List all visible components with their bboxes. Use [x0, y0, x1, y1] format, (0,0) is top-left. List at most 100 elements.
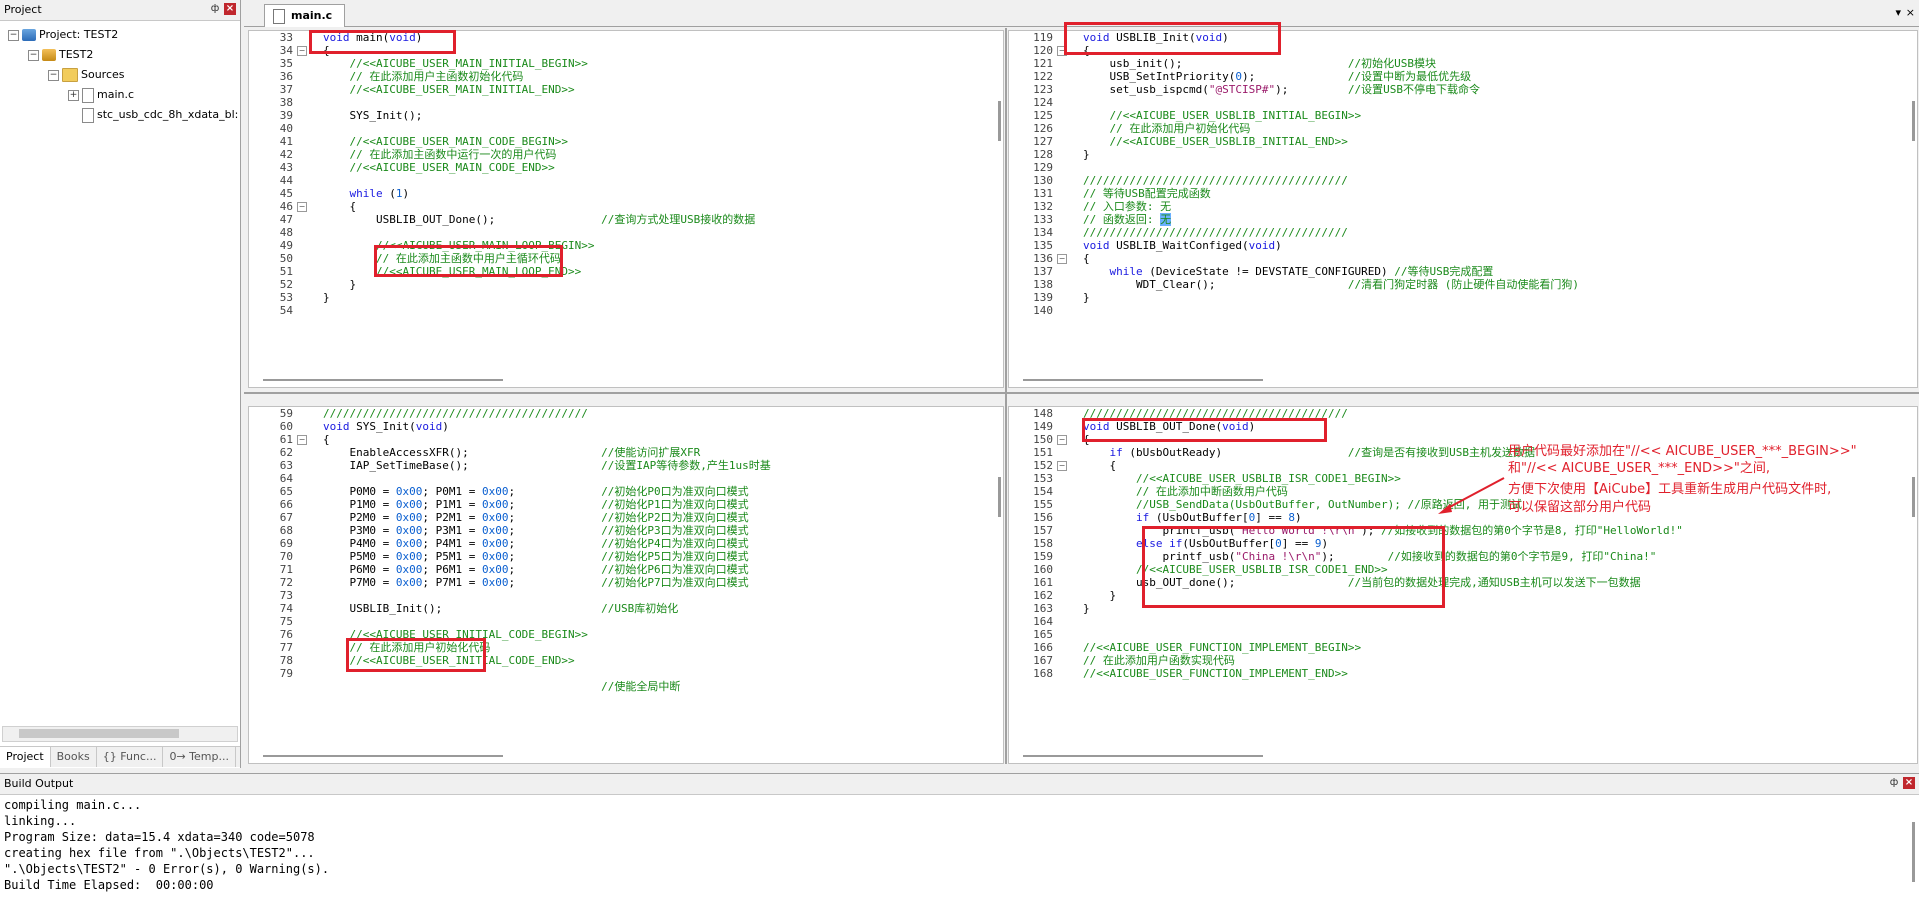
tab-templates[interactable]: 0→ Temp...	[163, 747, 236, 767]
code-line[interactable]: P1M0 = 0x00; P1M1 = 0x00; //初始化P1口为准双向口模…	[323, 498, 748, 511]
code-line[interactable]: {	[1083, 459, 1116, 472]
pin-icon[interactable]: ф	[1888, 777, 1900, 789]
fold-toggle-icon[interactable]: −	[1057, 254, 1067, 264]
editor-pane-bottom-left[interactable]: 59 //////////////////////////////////////…	[248, 406, 1004, 764]
code-line[interactable]: USBLIB_OUT_Done(); //查询方式处理USB接收的数据	[323, 213, 755, 226]
file-icon	[273, 9, 285, 24]
code-line[interactable]: WDT_Clear(); //清看门狗定时器 (防止硬件自动使能看门狗)	[1083, 278, 1579, 291]
folder-icon	[62, 68, 78, 82]
vertical-scrollbar[interactable]	[1912, 477, 1915, 517]
code-line[interactable]: //<<AICUBE_USER_USBLIB_ISR_CODE1_BEGIN>>	[1083, 472, 1401, 485]
code-line[interactable]: // 在此添加中断函数用户代码	[1083, 485, 1288, 498]
tab-books[interactable]: Books	[51, 747, 97, 767]
code-line[interactable]: //<<AICUBE_USER_FUNCTION_IMPLEMENT_END>>	[1083, 667, 1348, 680]
expand-icon[interactable]: +	[68, 89, 79, 101]
tree-node-main-c[interactable]: + main.c	[68, 86, 134, 104]
code-line[interactable]: P5M0 = 0x00; P5M1 = 0x00; //初始化P5口为准双向口模…	[323, 550, 748, 563]
code-line[interactable]: void SYS_Init(void)	[323, 420, 449, 433]
fold-toggle-icon[interactable]: −	[297, 202, 307, 212]
code-line[interactable]: void USBLIB_WaitConfiged(void)	[1083, 239, 1282, 252]
vertical-scrollbar[interactable]	[998, 477, 1001, 517]
code-line[interactable]: //<<AICUBE_USER_FUNCTION_IMPLEMENT_BEGIN…	[1083, 641, 1361, 654]
code-line[interactable]: {	[1083, 252, 1090, 265]
code-line[interactable]: //<<AICUBE_USER_MAIN_INITIAL_BEGIN>>	[323, 57, 588, 70]
tab-menu-icon[interactable]: ▾	[1895, 6, 1901, 19]
code-line[interactable]: {	[323, 433, 330, 446]
fold-toggle-icon[interactable]: −	[297, 46, 307, 56]
close-panel-button[interactable]: ×	[1903, 777, 1915, 789]
code-line[interactable]: //<<AICUBE_USER_USBLIB_INITIAL_END>>	[1083, 135, 1348, 148]
code-line[interactable]: // 在此添加用户初始化代码	[1083, 122, 1251, 135]
fold-toggle-icon[interactable]: −	[1057, 461, 1067, 471]
code-line[interactable]: {	[323, 200, 356, 213]
code-line[interactable]: //<<AICUBE_USER_MAIN_CODE_END>>	[323, 161, 555, 174]
collapse-icon[interactable]: −	[28, 49, 39, 61]
horizontal-scrollbar[interactable]	[263, 755, 503, 757]
code-line[interactable]: }	[323, 291, 330, 304]
code-line[interactable]: while (DeviceState != DEVSTATE_CONFIGURE…	[1083, 265, 1494, 278]
code-line[interactable]: P3M0 = 0x00; P3M1 = 0x00; //初始化P3口为准双向口模…	[323, 524, 748, 537]
vertical-splitter[interactable]	[1005, 28, 1007, 764]
code-line[interactable]: ////////////////////////////////////////	[1083, 174, 1348, 187]
vertical-scrollbar[interactable]	[1912, 101, 1915, 141]
fold-toggle-icon[interactable]: −	[297, 435, 307, 445]
horizontal-splitter[interactable]	[244, 392, 1919, 394]
code-line[interactable]: while (1)	[323, 187, 410, 200]
tree-horizontal-scrollbar[interactable]	[2, 726, 238, 742]
collapse-icon[interactable]: −	[8, 29, 19, 41]
code-line[interactable]: ////////////////////////////////////////	[1083, 226, 1348, 239]
editor-pane-top-left[interactable]: 33 void main(void) 34{−35 //<<AICUBE_USER_…	[248, 30, 1004, 388]
code-line[interactable]: // 等待USB配置完成函数	[1083, 187, 1211, 200]
code-line[interactable]: //使能全局中断	[323, 680, 680, 693]
code-line[interactable]: EnableAccessXFR(); //使能访问扩展XFR	[323, 446, 700, 459]
horizontal-scrollbar[interactable]	[1023, 755, 1263, 757]
horizontal-scrollbar[interactable]	[263, 379, 503, 381]
code-line[interactable]: }	[1083, 148, 1090, 161]
code-line[interactable]: // 入口参数: 无	[1083, 200, 1171, 213]
collapse-icon[interactable]: −	[48, 69, 59, 81]
editor-pane-top-right[interactable]: 119 void USBLIB_Init(void) 120{−121 usb_in…	[1008, 30, 1918, 388]
code-line[interactable]: }	[323, 278, 356, 291]
tab-project[interactable]: Project	[0, 747, 51, 767]
close-tab-icon[interactable]: ×	[1906, 6, 1915, 19]
code-line[interactable]: // 在此添加用户主函数初始化代码	[323, 70, 524, 83]
code-line[interactable]: P2M0 = 0x00; P2M1 = 0x00; //初始化P2口为准双向口模…	[323, 511, 748, 524]
code-line[interactable]: }	[1083, 602, 1090, 615]
code-line[interactable]: //<<AICUBE_USER_MAIN_INITIAL_END>>	[323, 83, 575, 96]
highlight-box-out-done-call	[374, 245, 563, 277]
line-number: 159	[1033, 550, 1053, 563]
code-line[interactable]: usb_init(); //初始化USB模块	[1083, 57, 1436, 70]
tab-functions[interactable]: {} Func...	[97, 747, 164, 767]
fold-toggle-icon[interactable]: −	[1057, 435, 1067, 445]
code-line[interactable]: ////////////////////////////////////////	[323, 407, 588, 420]
code-line[interactable]: USB_SetIntPriority(0); //设置中断为最低优先级	[1083, 70, 1471, 83]
code-line[interactable]: P0M0 = 0x00; P0M1 = 0x00; //初始化P0口为准双向口模…	[323, 485, 748, 498]
code-line[interactable]: if (UsbOutBuffer[0] == 8)	[1083, 511, 1302, 524]
code-line[interactable]: //<<AICUBE_USER_USBLIB_INITIAL_BEGIN>>	[1083, 109, 1362, 122]
vertical-scrollbar[interactable]	[1912, 822, 1915, 882]
tree-node-target[interactable]: − TEST2	[28, 46, 93, 64]
code-line[interactable]: set_usb_ispcmd("@STCISP#"); //设置USB不停电下载…	[1083, 83, 1480, 96]
code-line[interactable]: // 在此添加主函数中运行一次的用户代码	[323, 148, 557, 161]
horizontal-scrollbar[interactable]	[1023, 379, 1263, 381]
tree-node-lib[interactable]: stc_usb_cdc_8h_xdata_bl:	[82, 106, 238, 124]
code-line[interactable]: P4M0 = 0x00; P4M1 = 0x00; //初始化P4口为准双向口模…	[323, 537, 748, 550]
code-line[interactable]: }	[1083, 291, 1090, 304]
code-line[interactable]: P7M0 = 0x00; P7M1 = 0x00; //初始化P7口为准双向口模…	[323, 576, 748, 589]
code-line[interactable]: // 在此添加用户函数实现代码	[1083, 654, 1235, 667]
scrollbar-thumb[interactable]	[19, 729, 179, 738]
code-line[interactable]: SYS_Init();	[323, 109, 422, 122]
code-line[interactable]: P6M0 = 0x00; P6M1 = 0x00; //初始化P6口为准双向口模…	[323, 563, 748, 576]
code-line[interactable]: //<<AICUBE_USER_MAIN_CODE_BEGIN>>	[323, 135, 569, 148]
file-tab-main-c[interactable]: main.c	[264, 4, 346, 27]
tree-node-project[interactable]: − Project: TEST2	[8, 26, 118, 44]
close-panel-button[interactable]: ×	[224, 3, 236, 15]
pin-icon[interactable]: ф	[209, 3, 221, 15]
code-line[interactable]: IAP_SetTimeBase(); //设置IAP等待参数,产生1us时基	[323, 459, 770, 472]
code-line[interactable]: USBLIB_Init(); //USB库初始化	[323, 602, 678, 615]
vertical-scrollbar[interactable]	[998, 101, 1001, 141]
code-line[interactable]: // 函数返回: 无	[1083, 213, 1172, 226]
code-line[interactable]: }	[1083, 589, 1116, 602]
code-line[interactable]: if (bUsbOutReady) //查询是否有接收到USB主机发送数据	[1083, 446, 1536, 459]
tree-node-sources[interactable]: − Sources	[48, 66, 125, 84]
